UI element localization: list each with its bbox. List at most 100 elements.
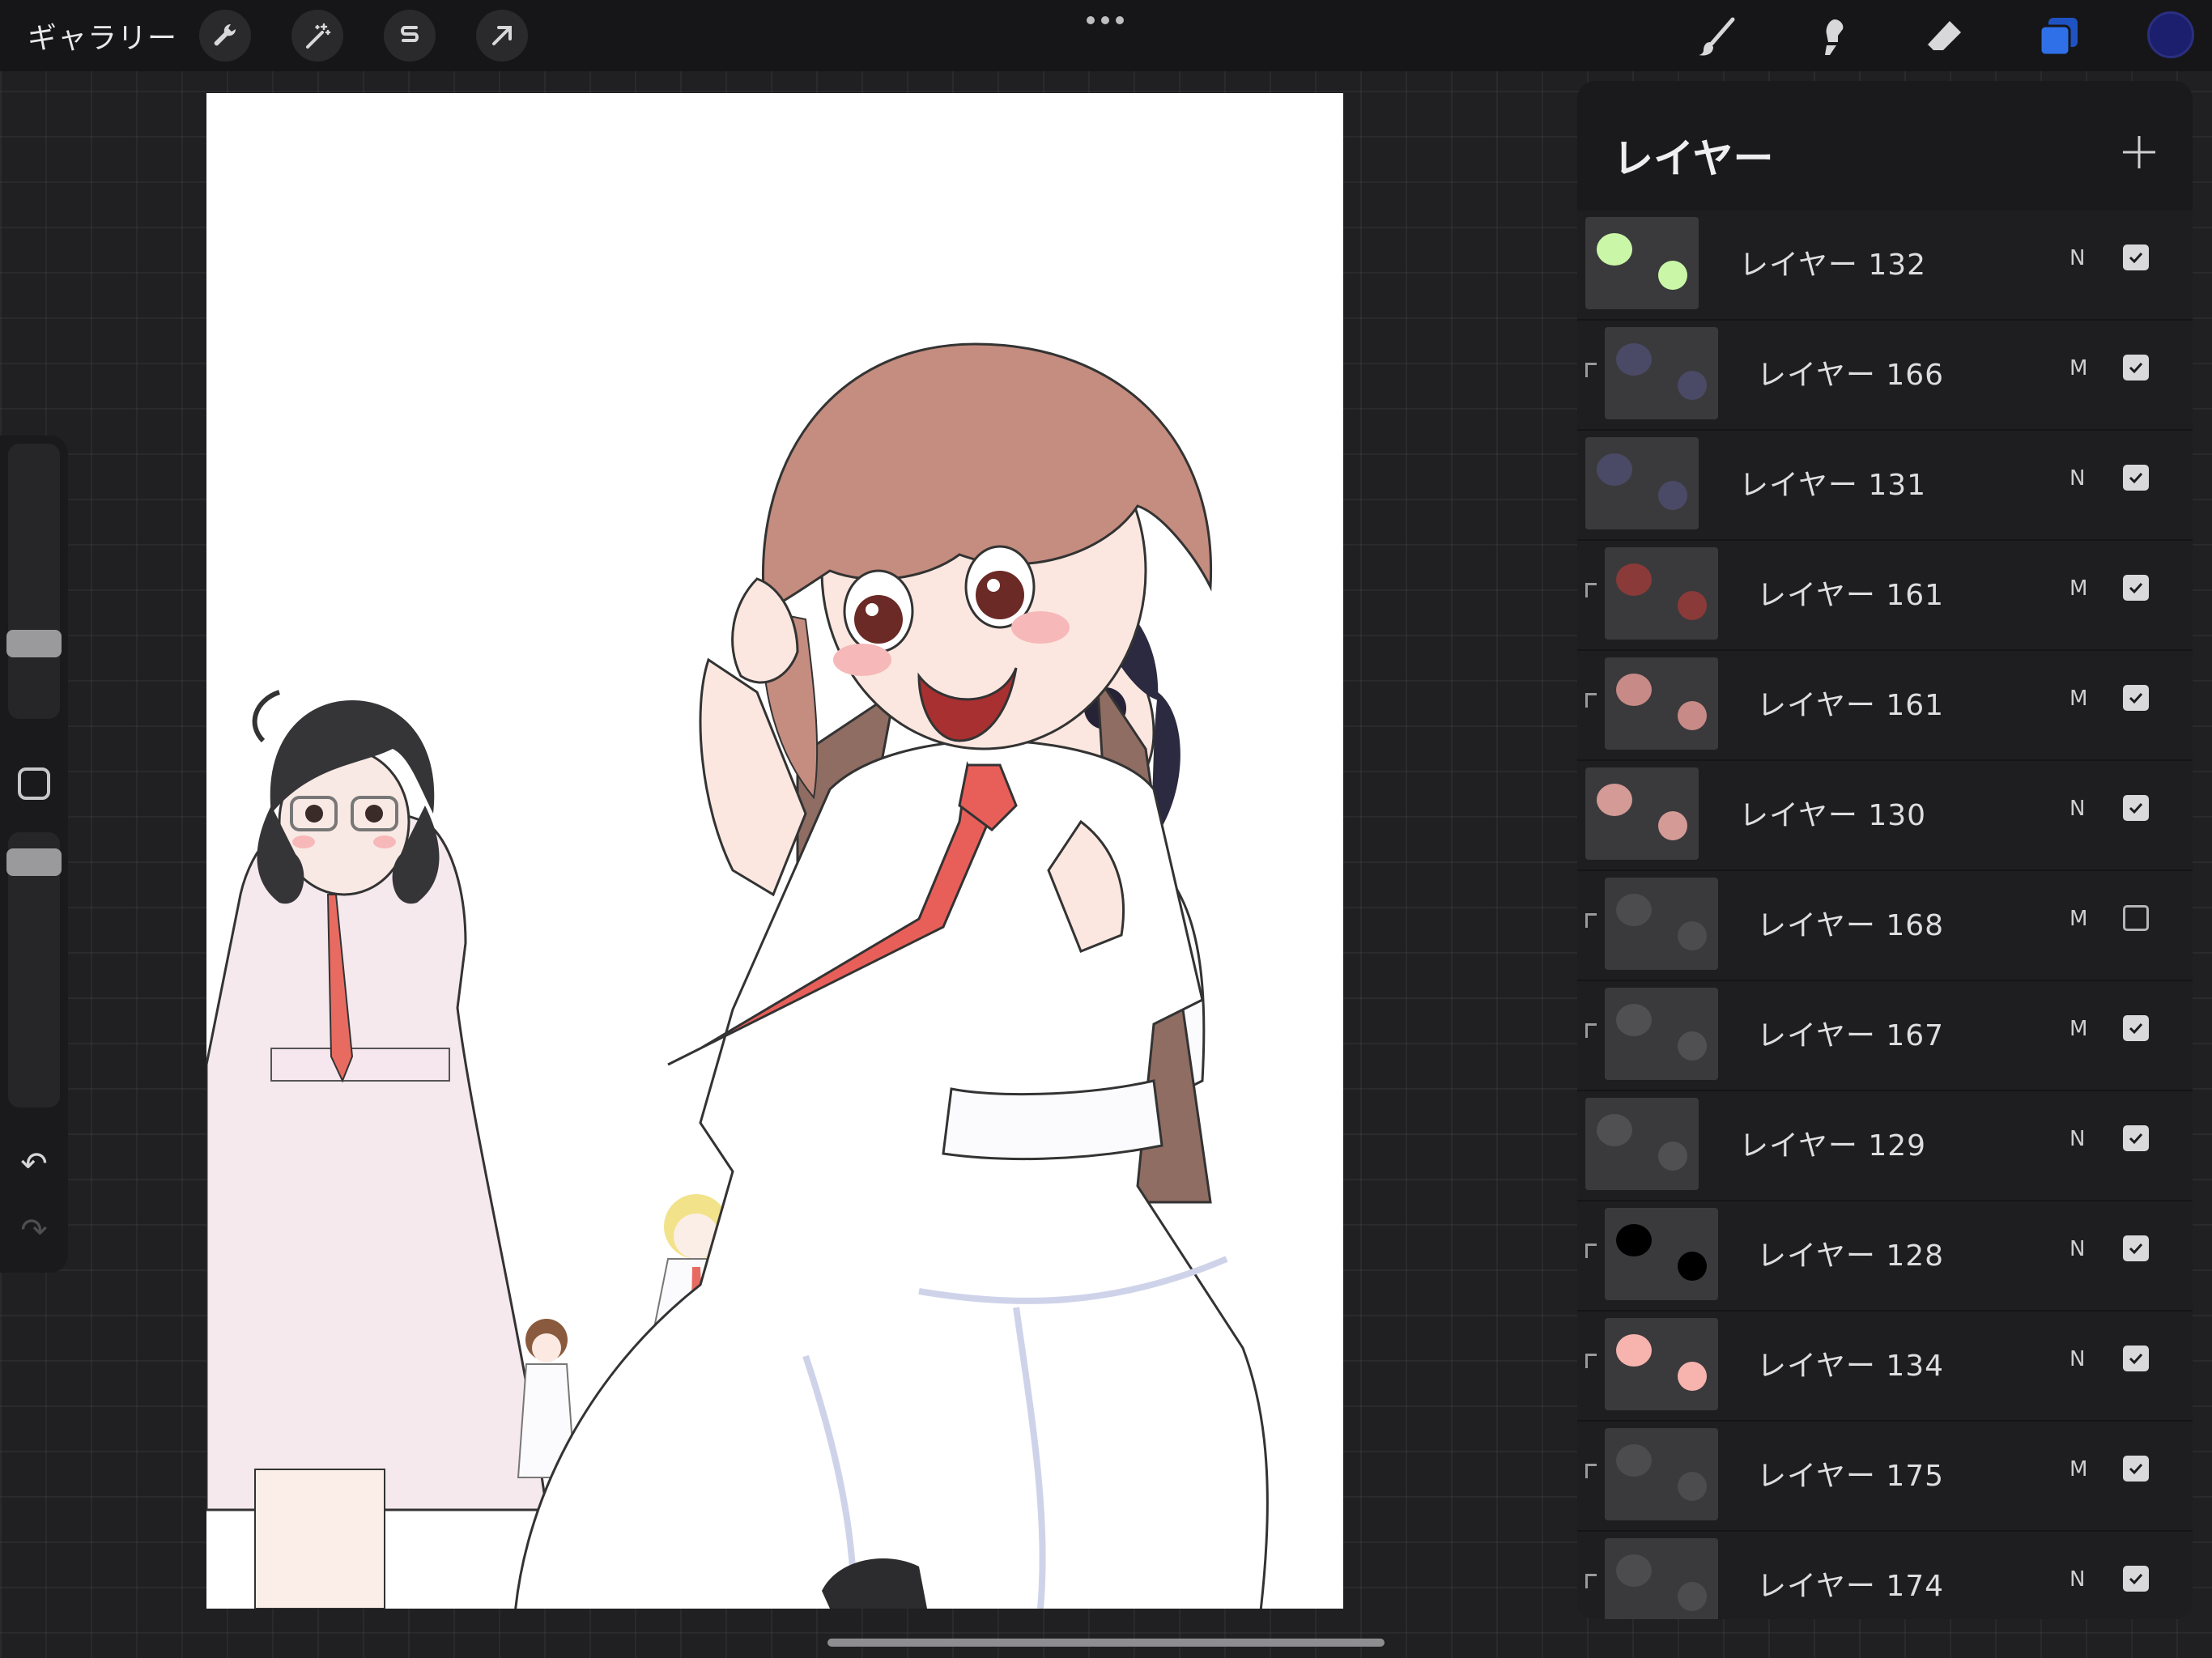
clipping-mask-icon <box>1585 1574 1597 1588</box>
layers-panel-title: レイヤー <box>1613 135 1774 182</box>
left-sidebar: ↶ ↷ <box>0 436 68 1273</box>
eraser-icon[interactable] <box>1919 11 1971 63</box>
layer-row[interactable]: レイヤー 161 M <box>1577 651 2193 761</box>
layer-row[interactable]: レイヤー 166 M <box>1577 321 2193 431</box>
blend-mode-button[interactable]: N <box>2069 1127 2085 1151</box>
redo-icon[interactable]: ↷ <box>15 1211 53 1250</box>
layer-name: レイヤー 130 <box>1739 799 1927 832</box>
blend-mode-button[interactable]: N <box>2069 246 2085 270</box>
layers-icon[interactable] <box>2032 11 2084 63</box>
layer-thumbnail[interactable] <box>1585 437 1699 529</box>
layer-thumbnail[interactable] <box>1585 217 1699 309</box>
blend-mode-button[interactable]: N <box>2069 1237 2085 1261</box>
gallery-button[interactable]: ギャラリー <box>28 15 177 57</box>
blend-mode-button[interactable]: M <box>2069 1017 2087 1041</box>
clipping-mask-icon <box>1585 1023 1597 1038</box>
undo-icon[interactable]: ↶ <box>15 1145 53 1184</box>
layer-thumbnail[interactable] <box>1605 1428 1718 1520</box>
blend-mode-button[interactable]: M <box>2069 576 2087 601</box>
smudge-icon[interactable] <box>1806 11 1857 63</box>
color-swatch[interactable] <box>2147 11 2194 58</box>
layer-visibility-checkbox[interactable] <box>2123 1235 2149 1261</box>
layer-name: レイヤー 174 <box>1757 1570 1945 1603</box>
layer-visibility-checkbox[interactable] <box>2123 1456 2149 1482</box>
opacity-knob[interactable] <box>6 848 62 876</box>
layer-row[interactable]: レイヤー 168 M <box>1577 871 2193 981</box>
layer-visibility-checkbox[interactable] <box>2123 355 2149 380</box>
layer-thumbnail[interactable] <box>1605 547 1718 640</box>
layer-row[interactable]: レイヤー 161 M <box>1577 541 2193 651</box>
layer-name: レイヤー 132 <box>1739 249 1927 282</box>
blend-mode-button[interactable]: N <box>2069 466 2085 491</box>
layer-row[interactable]: レイヤー 175 M <box>1577 1422 2193 1532</box>
layer-visibility-checkbox[interactable] <box>2123 1125 2149 1151</box>
layer-row[interactable]: レイヤー 131 N <box>1577 431 2193 541</box>
layer-visibility-checkbox[interactable] <box>2123 244 2149 270</box>
blend-mode-button[interactable]: N <box>2069 1567 2085 1592</box>
layer-visibility-checkbox[interactable] <box>2123 685 2149 711</box>
brush-icon[interactable] <box>1692 11 1744 63</box>
clipping-mask-icon <box>1585 1464 1597 1478</box>
magic-wand-icon[interactable] <box>291 10 343 62</box>
layer-name: レイヤー 175 <box>1757 1460 1945 1493</box>
more-options-icon[interactable] <box>1087 16 1124 24</box>
layer-row[interactable]: レイヤー 128 N <box>1577 1201 2193 1312</box>
blend-mode-button[interactable]: M <box>2069 907 2087 931</box>
layer-visibility-checkbox[interactable] <box>2123 905 2149 931</box>
blend-mode-button[interactable]: N <box>2069 797 2085 821</box>
drawing-canvas[interactable] <box>206 93 1343 1609</box>
layer-thumbnail[interactable] <box>1605 1318 1718 1410</box>
layer-row[interactable]: レイヤー 129 N <box>1577 1091 2193 1201</box>
layer-thumbnail[interactable] <box>1585 1098 1699 1190</box>
layer-list: レイヤー 132 N レイヤー 166 M レイヤー 131 N レイヤー 161 M レイヤー… <box>1577 210 2193 1619</box>
layer-thumbnail[interactable] <box>1605 988 1718 1080</box>
left-girl-figure <box>206 690 548 1609</box>
layer-name: レイヤー 168 <box>1757 909 1945 942</box>
top-toolbar: ギャラリー <box>0 0 2212 71</box>
wrench-icon[interactable] <box>199 10 251 62</box>
blend-mode-button[interactable]: N <box>2069 1347 2085 1371</box>
layers-panel: レイヤー レイヤー 132 N レイヤー 166 M レイヤー 131 N レイヤー 161… <box>1577 81 2193 1619</box>
square-modify-icon[interactable] <box>18 767 50 800</box>
layer-row[interactable]: レイヤー 134 N <box>1577 1312 2193 1422</box>
layer-name: レイヤー 129 <box>1739 1129 1927 1163</box>
layer-name: レイヤー 131 <box>1739 469 1927 502</box>
home-indicator[interactable] <box>827 1639 1385 1647</box>
brush-size-slider[interactable] <box>8 444 60 719</box>
layer-visibility-checkbox[interactable] <box>2123 1015 2149 1041</box>
layer-name: レイヤー 161 <box>1757 579 1945 612</box>
layer-thumbnail[interactable] <box>1605 1538 1718 1619</box>
layer-thumbnail[interactable] <box>1605 657 1718 750</box>
clipping-mask-icon <box>1585 1244 1597 1258</box>
layer-thumbnail[interactable] <box>1585 767 1699 860</box>
clipping-mask-icon <box>1585 693 1597 708</box>
layer-row[interactable]: レイヤー 174 N <box>1577 1532 2193 1619</box>
layer-row[interactable]: レイヤー 132 N <box>1577 210 2193 321</box>
clipping-mask-icon <box>1585 913 1597 928</box>
blend-mode-button[interactable]: M <box>2069 356 2087 380</box>
selection-s-icon[interactable] <box>384 10 436 62</box>
layer-thumbnail[interactable] <box>1605 878 1718 970</box>
layer-thumbnail[interactable] <box>1605 1208 1718 1300</box>
layer-name: レイヤー 167 <box>1757 1019 1945 1052</box>
clipping-mask-icon <box>1585 1354 1597 1368</box>
layer-visibility-checkbox[interactable] <box>2123 1566 2149 1592</box>
plus-icon[interactable] <box>2115 128 2163 176</box>
layer-visibility-checkbox[interactable] <box>2123 575 2149 601</box>
layer-name: レイヤー 166 <box>1757 359 1945 392</box>
layer-thumbnail[interactable] <box>1605 327 1718 419</box>
brush-size-knob[interactable] <box>6 630 62 657</box>
blend-mode-button[interactable]: M <box>2069 1457 2087 1482</box>
layer-name: レイヤー 161 <box>1757 689 1945 722</box>
artwork-illustration <box>206 342 1269 1609</box>
arrow-transform-icon[interactable] <box>476 10 528 62</box>
main-girl-figure <box>514 342 1269 1609</box>
layer-name: レイヤー 134 <box>1757 1350 1945 1383</box>
layer-visibility-checkbox[interactable] <box>2123 795 2149 821</box>
clipping-mask-icon <box>1585 363 1597 377</box>
layer-row[interactable]: レイヤー 167 M <box>1577 981 2193 1091</box>
layer-visibility-checkbox[interactable] <box>2123 1346 2149 1371</box>
layer-row[interactable]: レイヤー 130 N <box>1577 761 2193 871</box>
layer-visibility-checkbox[interactable] <box>2123 465 2149 491</box>
blend-mode-button[interactable]: M <box>2069 687 2087 711</box>
